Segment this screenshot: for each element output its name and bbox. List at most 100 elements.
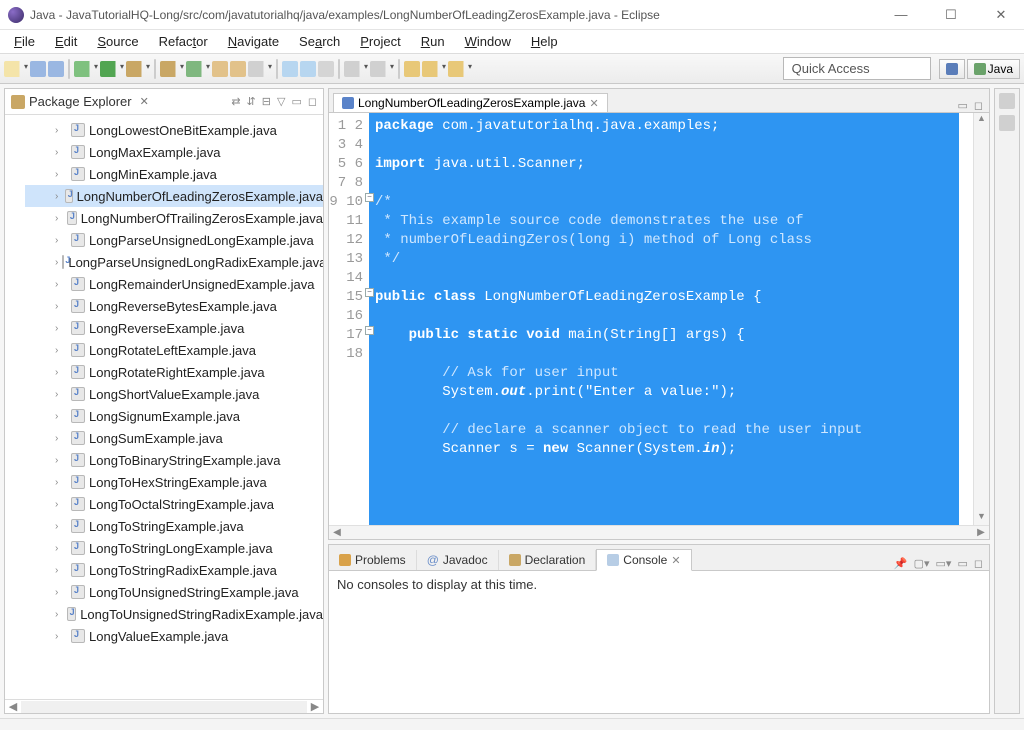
save-button[interactable] — [30, 61, 46, 77]
menu-run[interactable]: Run — [411, 32, 455, 51]
twisty-icon[interactable]: › — [55, 191, 61, 202]
toggle-block-button[interactable] — [300, 61, 316, 77]
search-button[interactable] — [248, 61, 272, 77]
minimize-editor-icon[interactable]: ▭ — [957, 99, 967, 112]
maximize-editor-icon[interactable]: ◻ — [974, 99, 983, 112]
fold-marker-icon[interactable]: − — [365, 193, 374, 202]
scroll-left-icon[interactable]: ◀ — [5, 700, 21, 713]
close-tab-icon[interactable]: ✕ — [671, 554, 680, 567]
tree-item[interactable]: ›LongToUnsignedStringExample.java — [25, 581, 323, 603]
forward-button[interactable] — [448, 61, 472, 77]
twisty-icon[interactable]: › — [55, 213, 63, 224]
toggle-mark-button[interactable] — [282, 61, 298, 77]
twisty-icon[interactable]: › — [55, 279, 67, 290]
twisty-icon[interactable]: › — [55, 565, 67, 576]
run-button[interactable] — [100, 61, 124, 77]
tree-item[interactable]: ›LongToStringRadixExample.java — [25, 559, 323, 581]
close-tab-icon[interactable]: ✕ — [589, 97, 598, 110]
view-close-icon[interactable]: ✕ — [140, 95, 149, 108]
tab-javadoc[interactable]: @Javadoc — [417, 550, 499, 570]
tree-item[interactable]: ›LongValueExample.java — [25, 625, 323, 647]
maximize-view-icon[interactable]: ◻ — [974, 557, 983, 570]
tree-item[interactable]: ›LongReverseExample.java — [25, 317, 323, 339]
twisty-icon[interactable]: › — [55, 323, 67, 334]
tab-declaration[interactable]: Declaration — [499, 550, 597, 570]
new-button[interactable] — [4, 61, 28, 77]
menu-project[interactable]: Project — [350, 32, 410, 51]
open-task-button[interactable] — [230, 61, 246, 77]
vertical-scrollbar[interactable]: ▲ ▼ — [973, 113, 989, 525]
open-type-button[interactable] — [212, 61, 228, 77]
code-editor[interactable]: 1 2 3 4 5 6 7 8 9 10 11 12 13 14 15 16 1… — [329, 113, 989, 525]
link-editor-icon[interactable]: ⇵ — [247, 95, 256, 108]
tasklist-trim-icon[interactable] — [999, 115, 1015, 131]
last-edit-button[interactable] — [404, 61, 420, 77]
tree-item[interactable]: ›LongNumberOfTrailingZerosExample.java — [25, 207, 323, 229]
debug-button[interactable] — [74, 61, 98, 77]
run-last-button[interactable] — [126, 61, 150, 77]
window-minimize-button[interactable]: — — [886, 7, 916, 23]
twisty-icon[interactable]: › — [55, 499, 67, 510]
tree-item[interactable]: ›LongLowestOneBitExample.java — [25, 119, 323, 141]
twisty-icon[interactable]: › — [55, 455, 67, 466]
twisty-icon[interactable]: › — [55, 631, 67, 642]
horizontal-scrollbar[interactable]: ◀ ▶ — [5, 699, 323, 713]
twisty-icon[interactable]: › — [55, 235, 67, 246]
tree-item[interactable]: ›LongSumExample.java — [25, 427, 323, 449]
menu-file[interactable]: File — [4, 32, 45, 51]
view-menu-icon[interactable]: ▽ — [277, 95, 285, 108]
prev-annotation-button[interactable] — [370, 61, 394, 77]
twisty-icon[interactable]: › — [55, 543, 67, 554]
pin-console-icon[interactable]: 📌 — [894, 557, 908, 570]
open-perspective-button[interactable] — [939, 59, 965, 79]
save-all-button[interactable] — [48, 61, 64, 77]
minimize-view-icon[interactable]: ▭ — [291, 95, 301, 108]
new-package-button[interactable] — [160, 61, 184, 77]
fold-marker-icon[interactable]: − — [365, 288, 374, 297]
scroll-up-icon[interactable]: ▲ — [974, 113, 989, 127]
tree-item[interactable]: ›LongRotateLeftExample.java — [25, 339, 323, 361]
twisty-icon[interactable]: › — [55, 521, 67, 532]
menu-search[interactable]: Search — [289, 32, 350, 51]
twisty-icon[interactable]: › — [55, 477, 67, 488]
collapse-all-icon[interactable]: ⇄ — [231, 95, 240, 108]
open-console-icon[interactable]: ▭▾ — [936, 557, 952, 570]
tree-item[interactable]: ›LongToOctalStringExample.java — [25, 493, 323, 515]
menu-edit[interactable]: Edit — [45, 32, 87, 51]
twisty-icon[interactable]: › — [55, 147, 67, 158]
scroll-down-icon[interactable]: ▼ — [974, 511, 989, 525]
editor-tab-active[interactable]: LongNumberOfLeadingZerosExample.java ✕ — [333, 93, 608, 112]
twisty-icon[interactable]: › — [55, 125, 67, 136]
tree-item[interactable]: ›LongToUnsignedStringRadixExample.java — [25, 603, 323, 625]
show-whitespace-button[interactable] — [318, 61, 334, 77]
scroll-right-icon[interactable]: ▶ — [973, 527, 989, 538]
tree-item[interactable]: ›LongRotateRightExample.java — [25, 361, 323, 383]
twisty-icon[interactable]: › — [55, 433, 67, 444]
package-explorer-tree[interactable]: ›LongLowestOneBitExample.java›LongMaxExa… — [5, 115, 323, 699]
window-maximize-button[interactable]: ☐ — [936, 7, 966, 23]
tree-item[interactable]: ›LongParseUnsignedLongExample.java — [25, 229, 323, 251]
menu-source[interactable]: Source — [87, 32, 148, 51]
tree-item[interactable]: ›LongToStringLongExample.java — [25, 537, 323, 559]
twisty-icon[interactable]: › — [55, 587, 67, 598]
horizontal-scrollbar[interactable]: ◀ ▶ — [329, 525, 989, 539]
scroll-right-icon[interactable]: ▶ — [307, 700, 323, 713]
twisty-icon[interactable]: › — [55, 367, 67, 378]
code-content[interactable]: package com.javatutorialhq.java.examples… — [369, 113, 959, 525]
twisty-icon[interactable]: › — [55, 169, 67, 180]
tree-item[interactable]: ›LongRemainderUnsignedExample.java — [25, 273, 323, 295]
display-console-icon[interactable]: ▢▾ — [914, 557, 930, 570]
menu-window[interactable]: Window — [455, 32, 521, 51]
tree-item[interactable]: ›LongNumberOfLeadingZerosExample.java — [25, 185, 323, 207]
tree-item[interactable]: ›LongParseUnsignedLongRadixExample.java — [25, 251, 323, 273]
new-class-button[interactable] — [186, 61, 210, 77]
twisty-icon[interactable]: › — [55, 411, 67, 422]
minimize-view-icon[interactable]: ▭ — [957, 557, 967, 570]
tree-item[interactable]: ›LongMaxExample.java — [25, 141, 323, 163]
tree-item[interactable]: ›LongReverseBytesExample.java — [25, 295, 323, 317]
java-perspective-button[interactable]: Java — [967, 59, 1020, 79]
tree-item[interactable]: ›LongShortValueExample.java — [25, 383, 323, 405]
next-annotation-button[interactable] — [344, 61, 368, 77]
maximize-view-icon[interactable]: ◻ — [308, 95, 317, 108]
scroll-left-icon[interactable]: ◀ — [329, 527, 345, 538]
